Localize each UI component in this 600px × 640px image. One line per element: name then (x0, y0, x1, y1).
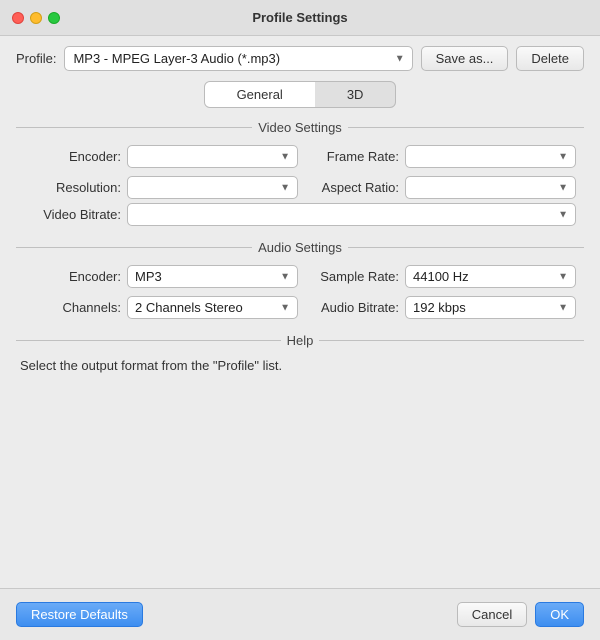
frame-rate-row: Frame Rate: ▼ (314, 145, 576, 168)
minimize-button[interactable] (30, 12, 42, 24)
audio-encoder-label: Encoder: (36, 269, 121, 284)
window-title: Profile Settings (252, 10, 347, 25)
audio-settings-line-right (348, 247, 584, 248)
tabs-row: General 3D (16, 81, 584, 108)
aspect-ratio-label: Aspect Ratio: (314, 180, 399, 195)
video-settings-line-left (16, 127, 252, 128)
video-bitrate-label: Video Bitrate: (36, 207, 121, 222)
aspect-ratio-select[interactable] (405, 176, 576, 199)
resolution-select-wrapper: ▼ (127, 176, 298, 199)
video-bitrate-select[interactable] (127, 203, 576, 226)
tab-general[interactable]: General (205, 82, 315, 107)
video-settings-header: Video Settings (16, 120, 584, 135)
video-settings-grid: Encoder: ▼ Frame Rate: ▼ (16, 145, 584, 199)
encoder-select-wrapper: ▼ (127, 145, 298, 168)
frame-rate-select-wrapper: ▼ (405, 145, 576, 168)
ok-button[interactable]: OK (535, 602, 584, 627)
traffic-lights (12, 12, 60, 24)
resolution-select[interactable] (127, 176, 298, 199)
help-line-right (319, 340, 584, 341)
close-button[interactable] (12, 12, 24, 24)
audio-settings-title: Audio Settings (258, 240, 342, 255)
audio-bitrate-select[interactable]: 192 kbps (405, 296, 576, 319)
audio-settings-section: Audio Settings Encoder: MP3 ▼ Sample Rat… (16, 240, 584, 319)
channels-label: Channels: (36, 300, 121, 315)
sample-rate-select-wrapper: 44100 Hz ▼ (405, 265, 576, 288)
profile-select-wrapper: MP3 - MPEG Layer-3 Audio (*.mp3) ▼ (64, 46, 412, 71)
video-bitrate-select-wrapper: ▼ (127, 203, 576, 226)
resolution-row: Resolution: ▼ (36, 176, 298, 199)
aspect-ratio-select-wrapper: ▼ (405, 176, 576, 199)
help-text: Select the output format from the "Profi… (16, 358, 584, 373)
encoder-row: Encoder: ▼ (36, 145, 298, 168)
help-title: Help (287, 333, 314, 348)
audio-settings-line-left (16, 247, 252, 248)
audio-settings-header: Audio Settings (16, 240, 584, 255)
channels-select[interactable]: 2 Channels Stereo (127, 296, 298, 319)
audio-bitrate-row: Audio Bitrate: 192 kbps ▼ (314, 296, 576, 319)
sample-rate-row: Sample Rate: 44100 Hz ▼ (314, 265, 576, 288)
audio-encoder-select-wrapper: MP3 ▼ (127, 265, 298, 288)
profile-row: Profile: MP3 - MPEG Layer-3 Audio (*.mp3… (16, 46, 584, 71)
sample-rate-select[interactable]: 44100 Hz (405, 265, 576, 288)
video-settings-section: Video Settings Encoder: ▼ Frame Rate: (16, 120, 584, 226)
video-settings-line-right (348, 127, 584, 128)
delete-button[interactable]: Delete (516, 46, 584, 71)
video-settings-title: Video Settings (258, 120, 342, 135)
audio-settings-grid: Encoder: MP3 ▼ Sample Rate: 44100 Hz ▼ (16, 265, 584, 319)
sample-rate-label: Sample Rate: (314, 269, 399, 284)
bottom-right-buttons: Cancel OK (457, 602, 584, 627)
title-bar: Profile Settings (0, 0, 600, 36)
bottom-bar: Restore Defaults Cancel OK (0, 588, 600, 640)
frame-rate-select[interactable] (405, 145, 576, 168)
profile-label: Profile: (16, 51, 56, 66)
encoder-select[interactable] (127, 145, 298, 168)
tab-container: General 3D (204, 81, 397, 108)
aspect-ratio-row: Aspect Ratio: ▼ (314, 176, 576, 199)
profile-select[interactable]: MP3 - MPEG Layer-3 Audio (*.mp3) (64, 46, 412, 71)
audio-encoder-select[interactable]: MP3 (127, 265, 298, 288)
audio-bitrate-label: Audio Bitrate: (314, 300, 399, 315)
main-content: Profile: MP3 - MPEG Layer-3 Audio (*.mp3… (0, 36, 600, 393)
maximize-button[interactable] (48, 12, 60, 24)
tab-3d[interactable]: 3D (315, 82, 396, 107)
frame-rate-label: Frame Rate: (314, 149, 399, 164)
restore-defaults-button[interactable]: Restore Defaults (16, 602, 143, 627)
help-line-left (16, 340, 281, 341)
channels-select-wrapper: 2 Channels Stereo ▼ (127, 296, 298, 319)
save-as-button[interactable]: Save as... (421, 46, 509, 71)
cancel-button[interactable]: Cancel (457, 602, 527, 627)
channels-row: Channels: 2 Channels Stereo ▼ (36, 296, 298, 319)
video-bitrate-row: Video Bitrate: ▼ (16, 203, 584, 226)
audio-encoder-row: Encoder: MP3 ▼ (36, 265, 298, 288)
encoder-label: Encoder: (36, 149, 121, 164)
resolution-label: Resolution: (36, 180, 121, 195)
help-header: Help (16, 333, 584, 348)
audio-bitrate-select-wrapper: 192 kbps ▼ (405, 296, 576, 319)
help-section: Help Select the output format from the "… (16, 333, 584, 373)
